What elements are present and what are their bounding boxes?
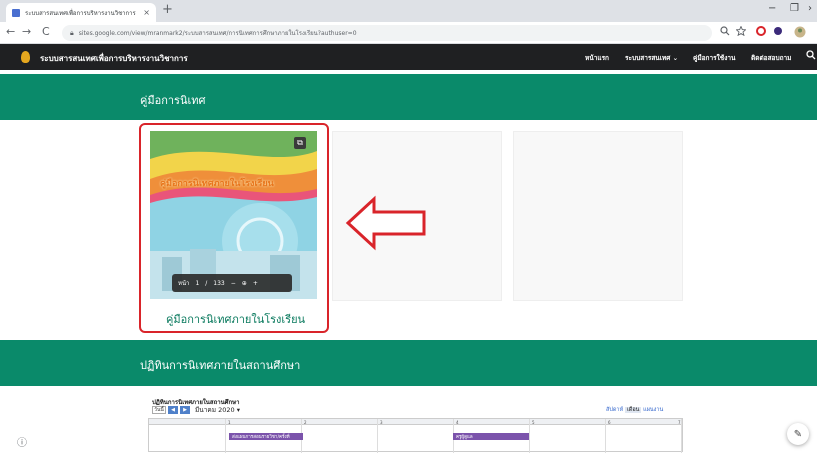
calendar-view-month[interactable]: เดือน xyxy=(624,407,642,413)
bookmark-star-icon[interactable] xyxy=(736,26,746,36)
calendar-day-number: 2 xyxy=(304,420,307,425)
nav-item-user-guide[interactable]: คู่มือการใช้งาน xyxy=(693,53,735,63)
calendar-view-switcher: สัปดาห์ เดือน แผนงาน xyxy=(606,406,663,414)
section-title-manual: คู่มือการนิเทศ xyxy=(140,94,206,107)
calendar-day-column[interactable]: 7 xyxy=(678,419,682,453)
opera-extension-icon[interactable] xyxy=(756,26,766,36)
calendar-day-column[interactable]: 1 xyxy=(225,419,231,453)
tab-title: ระบบสารสนเทศเพื่อการบริหารงานวิชาการ xyxy=(25,9,136,17)
zoom-in-button[interactable]: + xyxy=(253,280,258,287)
document-caption[interactable]: คู่มือการนิเทศภายในโรงเรียน xyxy=(166,310,305,328)
profile-avatar-icon[interactable] xyxy=(794,26,806,38)
pencil-icon[interactable]: ✎ xyxy=(787,423,809,445)
calendar-day-number: 4 xyxy=(456,420,459,425)
calendar-day-number: 1 xyxy=(228,420,231,425)
back-button[interactable]: ← xyxy=(6,25,15,38)
calendar-day-column[interactable]: 3 xyxy=(377,419,383,453)
calendar-month-label[interactable]: มีนาคม 2020 ▾ xyxy=(195,405,240,415)
window-minimize-button[interactable]: − xyxy=(768,3,776,14)
info-icon[interactable]: ⓘ xyxy=(17,434,27,449)
section-banner-calendar: ปฏิทินการนิเทศภายในสถานศึกษา xyxy=(0,340,817,386)
empty-embed-card xyxy=(513,131,683,301)
section-title-calendar: ปฏิทินการนิเทศภายในสถานศึกษา xyxy=(140,359,301,372)
url-text: sites.google.com/view/mranmark2/ระบบสารส… xyxy=(78,30,357,37)
extension-icon[interactable] xyxy=(773,26,783,36)
page-total: 133 xyxy=(213,279,225,287)
window-close-button[interactable]: › xyxy=(808,3,812,14)
calendar-day-column[interactable]: 6 xyxy=(605,419,611,453)
reload-button[interactable]: C xyxy=(42,25,50,38)
site-favicon-icon xyxy=(12,8,20,17)
calendar-today-button[interactable]: วันนี้ xyxy=(152,406,166,414)
window-restore-button[interactable]: ❐ xyxy=(790,3,799,14)
page-label: หน้า xyxy=(178,280,190,287)
calendar-day-number: 7 xyxy=(678,420,681,425)
calendar-prev-button[interactable]: ◀ xyxy=(168,406,178,414)
nav-item-home[interactable]: หน้าแรก xyxy=(585,53,609,63)
calendar-day-column[interactable]: 5 xyxy=(529,419,535,453)
nav-item-information-system[interactable]: ระบบสารสนเทศ ⌄ xyxy=(625,53,678,63)
site-logo[interactable] xyxy=(21,51,30,63)
browser-tab[interactable]: ระบบสารสนเทศเพื่อการบริหารงานวิชาการ × xyxy=(6,3,156,22)
section-banner-manual: คู่มือการนิเทศ xyxy=(0,74,817,120)
calendar-view-agenda[interactable]: แผนงาน xyxy=(643,407,663,413)
calendar-grid: 1 2 3 4 5 6 ส่งแผนการสอนรายวิชา/ครั้งที่… xyxy=(148,418,683,453)
left-arrow-icon xyxy=(345,195,426,251)
forward-button[interactable]: → xyxy=(22,25,31,38)
search-icon[interactable] xyxy=(806,50,816,60)
calendar-day-number: 3 xyxy=(380,420,383,425)
document-cover-title: คู่มือการนิเทศภายในโรงเรียน xyxy=(160,179,274,189)
calendar-day-number: 6 xyxy=(608,420,611,425)
chevron-down-icon: ▾ xyxy=(236,406,240,414)
calendar-view-week[interactable]: สัปดาห์ xyxy=(606,407,623,413)
calendar-event[interactable]: ครูผู้ดูแล xyxy=(453,433,529,440)
tab-close-button[interactable]: × xyxy=(143,8,150,17)
browser-tab-bar: ระบบสารสนเทศเพื่อการบริหารงานวิชาการ × +… xyxy=(0,0,817,22)
calendar-day-number: 5 xyxy=(532,420,535,425)
address-bar[interactable]: 🔒︎ sites.google.com/view/mranmark2/ระบบส… xyxy=(62,25,712,41)
open-in-new-icon[interactable]: ⧉ xyxy=(294,137,306,149)
nav-item-contact[interactable]: ติดต่อสอบถาม xyxy=(751,53,791,63)
zoom-icon[interactable] xyxy=(720,26,730,36)
zoom-out-button[interactable]: − xyxy=(231,280,236,287)
calendar-event[interactable]: ส่งแผนการสอนรายวิชา/ครั้งที่ xyxy=(229,433,303,440)
zoom-icon[interactable]: ⊕ xyxy=(242,280,247,287)
lock-icon: 🔒︎ xyxy=(70,28,74,37)
page-current[interactable]: 1 xyxy=(195,280,199,287)
page-separator: / xyxy=(205,279,208,287)
pdf-viewer-toolbar: หน้า 1 / 133 − ⊕ + xyxy=(172,274,292,292)
calendar-next-button[interactable]: ▶ xyxy=(180,406,190,414)
site-title[interactable]: ระบบสารสนเทศเพื่อการบริหารงานวิชาการ xyxy=(40,52,188,65)
new-tab-button[interactable]: + xyxy=(162,2,173,17)
site-header: ระบบสารสนเทศเพื่อการบริหารงานวิชาการ หน้… xyxy=(0,44,817,70)
browser-toolbar: ← → C 🔒︎ sites.google.com/view/mranmark2… xyxy=(0,22,817,44)
